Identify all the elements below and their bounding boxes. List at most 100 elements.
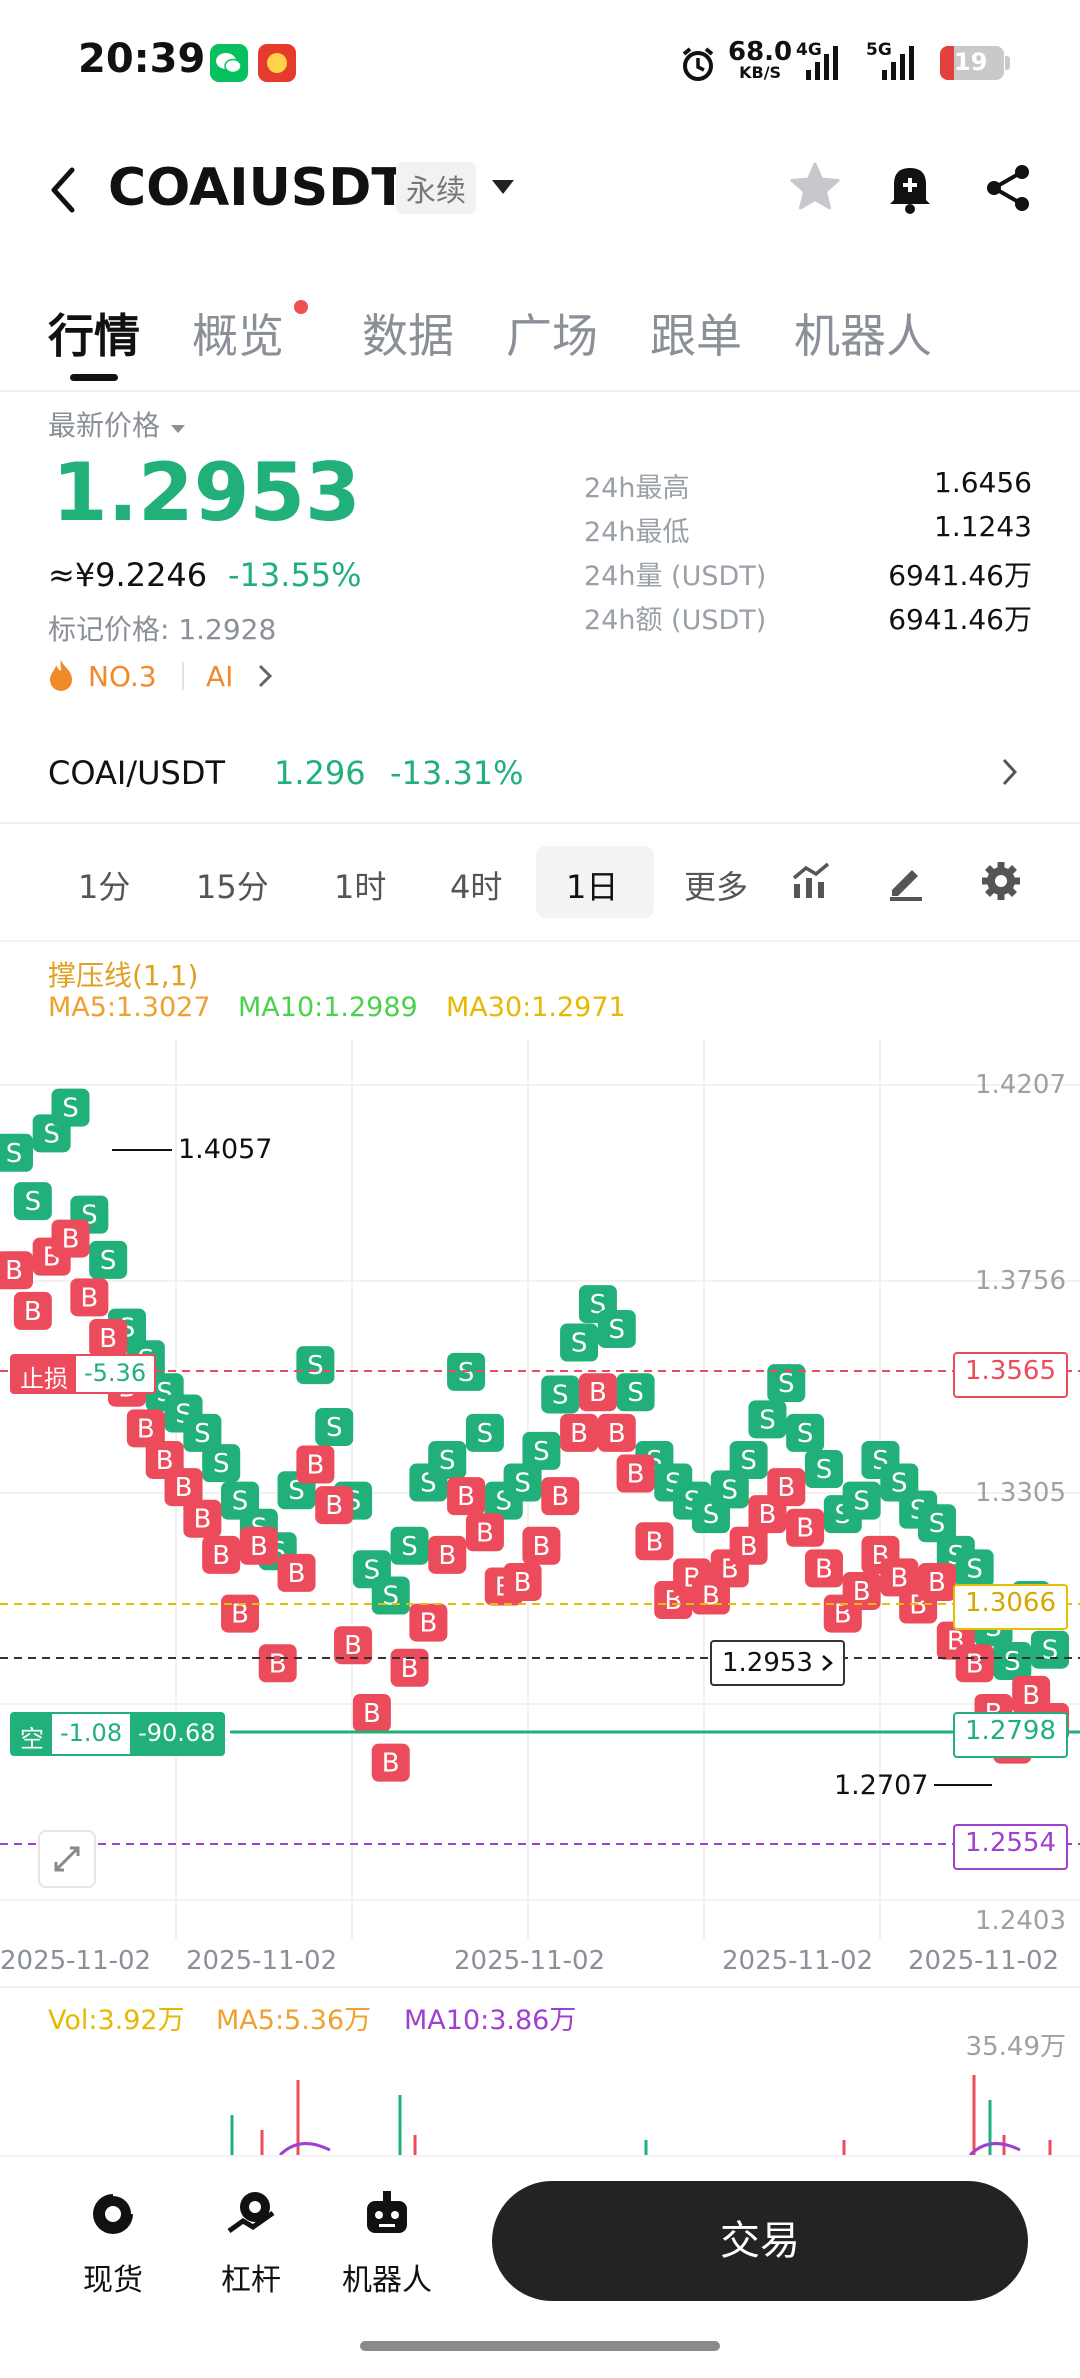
stat-label-high: 24h最高: [584, 473, 690, 504]
candlestick-chart[interactable]: 撑压线(1,1) MA5:1.3027 MA10:1.2989 MA30:1.2…: [0, 940, 1080, 2155]
header: COAIUSDT 永续: [0, 130, 1080, 250]
svg-text:B: B: [457, 1482, 475, 1512]
y-tick: 1.2403: [975, 1906, 1066, 1936]
buy-trade-mark: B: [0, 1251, 33, 1290]
interval-15m[interactable]: 15分: [196, 862, 269, 908]
svg-text:B: B: [589, 1378, 607, 1408]
svg-text:B: B: [175, 1473, 193, 1503]
network-speed: 68.0 KB/S: [728, 37, 793, 82]
signal-5g-icon: 5G: [864, 40, 924, 88]
sell-trade-mark: S: [541, 1375, 580, 1414]
app-notification-icon: [258, 44, 296, 82]
category-tag[interactable]: AI: [206, 660, 233, 693]
chevron-right-icon: [822, 1655, 833, 1671]
sell-trade-mark: S: [1031, 1630, 1069, 1669]
buy-trade-mark: B: [390, 1648, 429, 1687]
sell-trade-mark: S: [597, 1309, 636, 1348]
svg-text:B: B: [62, 1225, 80, 1255]
svg-text:S: S: [25, 1187, 42, 1217]
svg-text:B: B: [325, 1491, 343, 1521]
sell-trade-mark: S: [89, 1240, 128, 1279]
buy-trade-mark: B: [221, 1594, 260, 1633]
svg-text:B: B: [193, 1505, 211, 1535]
svg-text:S: S: [1042, 1636, 1059, 1666]
svg-text:B: B: [608, 1419, 626, 1449]
svg-text:B: B: [627, 1460, 645, 1490]
svg-text:B: B: [288, 1559, 306, 1589]
buy-trade-mark: B: [70, 1278, 109, 1317]
symbol-title[interactable]: COAIUSDT: [108, 158, 407, 218]
tab-copy-trading[interactable]: 跟单: [650, 300, 742, 366]
tab-market[interactable]: 行情: [48, 300, 140, 366]
stop-loss-price-tag: 1.3565: [953, 1352, 1068, 1398]
price-alert-bell-icon[interactable]: [882, 158, 938, 220]
buy-trade-mark: B: [786, 1508, 825, 1547]
svg-text:B: B: [212, 1541, 230, 1571]
symbol-dropdown-icon[interactable]: [490, 178, 516, 200]
home-indicator[interactable]: [360, 2341, 720, 2351]
nav-spot[interactable]: 现货: [58, 2187, 168, 2299]
draw-tool-icon[interactable]: [884, 860, 926, 906]
interval-more[interactable]: 更多: [684, 862, 748, 908]
stat-label-volume: 24h量 (USDT): [584, 561, 767, 592]
buy-trade-mark: B: [447, 1477, 486, 1516]
sell-trade-mark: S: [51, 1088, 90, 1127]
interval-4h[interactable]: 4时: [450, 862, 502, 908]
hot-rank[interactable]: NO.3: [88, 660, 157, 693]
svg-text:S: S: [213, 1449, 230, 1479]
sell-trade-mark: S: [786, 1413, 825, 1452]
svg-text:S: S: [439, 1446, 456, 1476]
tab-overview[interactable]: 概览: [192, 300, 284, 366]
tab-data[interactable]: 数据: [362, 300, 454, 366]
sell-trade-mark: S: [0, 1133, 33, 1172]
buy-trade-mark: B: [503, 1562, 542, 1601]
svg-text:B: B: [438, 1541, 456, 1571]
buy-trade-mark: B: [277, 1553, 316, 1592]
divider: [182, 662, 184, 690]
ma-price-tag: 1.3066: [953, 1584, 1068, 1630]
interval-1m[interactable]: 1分: [78, 862, 130, 908]
svg-text:B: B: [777, 1473, 795, 1503]
buy-trade-mark: B: [560, 1413, 599, 1452]
latest-price-label[interactable]: 最新价格: [48, 404, 187, 444]
stat-label-turnover: 24h额 (USDT): [584, 605, 767, 636]
position-side: 空: [20, 1725, 44, 1753]
svg-text:B: B: [137, 1414, 155, 1444]
alert-price-tag: 1.2554: [953, 1824, 1068, 1870]
buy-trade-mark: B: [258, 1644, 297, 1683]
buy-trade-mark: B: [767, 1468, 806, 1507]
sell-trade-mark: S: [616, 1373, 655, 1412]
buy-trade-mark: B: [804, 1549, 843, 1588]
main-tabs: 行情 概览 数据 广场 跟单 机器人: [0, 280, 1080, 392]
sell-trade-mark: S: [804, 1450, 843, 1489]
buy-trade-mark: B: [522, 1526, 561, 1565]
svg-text:S: S: [458, 1358, 475, 1388]
interval-1d[interactable]: 1日: [566, 862, 618, 908]
tab-bots[interactable]: 机器人: [794, 300, 932, 366]
indicators-icon[interactable]: [790, 860, 832, 906]
tab-square[interactable]: 广场: [506, 300, 598, 366]
svg-text:B: B: [796, 1514, 814, 1544]
svg-text:S: S: [100, 1246, 117, 1276]
svg-text:S: S: [382, 1582, 399, 1612]
nav-margin[interactable]: 杠杆: [196, 2187, 306, 2299]
short-position-tag[interactable]: 空 -1.08 -90.68: [10, 1712, 226, 1756]
current-price-tag[interactable]: 1.2953: [710, 1640, 845, 1686]
trade-button[interactable]: 交易: [492, 2181, 1028, 2301]
back-button[interactable]: [46, 162, 82, 222]
favorite-star-icon[interactable]: [788, 160, 842, 218]
buy-trade-mark: B: [202, 1535, 241, 1574]
stop-loss-order[interactable]: 止损 -5.36: [10, 1354, 157, 1394]
interval-1h[interactable]: 1时: [334, 862, 386, 908]
svg-text:S: S: [477, 1419, 494, 1449]
chevron-right-icon[interactable]: [256, 662, 274, 694]
chart-settings-gear-icon[interactable]: [980, 860, 1022, 906]
price-change: -13.55%: [228, 556, 362, 594]
sell-trade-mark: S: [560, 1323, 599, 1362]
stop-loss-value: -5.36: [84, 1359, 147, 1387]
share-icon[interactable]: [980, 160, 1036, 220]
spot-price: 1.296: [274, 754, 366, 792]
spot-pair-row[interactable]: COAI/USDT 1.296 -13.31%: [0, 726, 1080, 824]
nav-bots[interactable]: 机器人: [332, 2187, 442, 2299]
fullscreen-expand-icon[interactable]: [38, 1830, 96, 1888]
